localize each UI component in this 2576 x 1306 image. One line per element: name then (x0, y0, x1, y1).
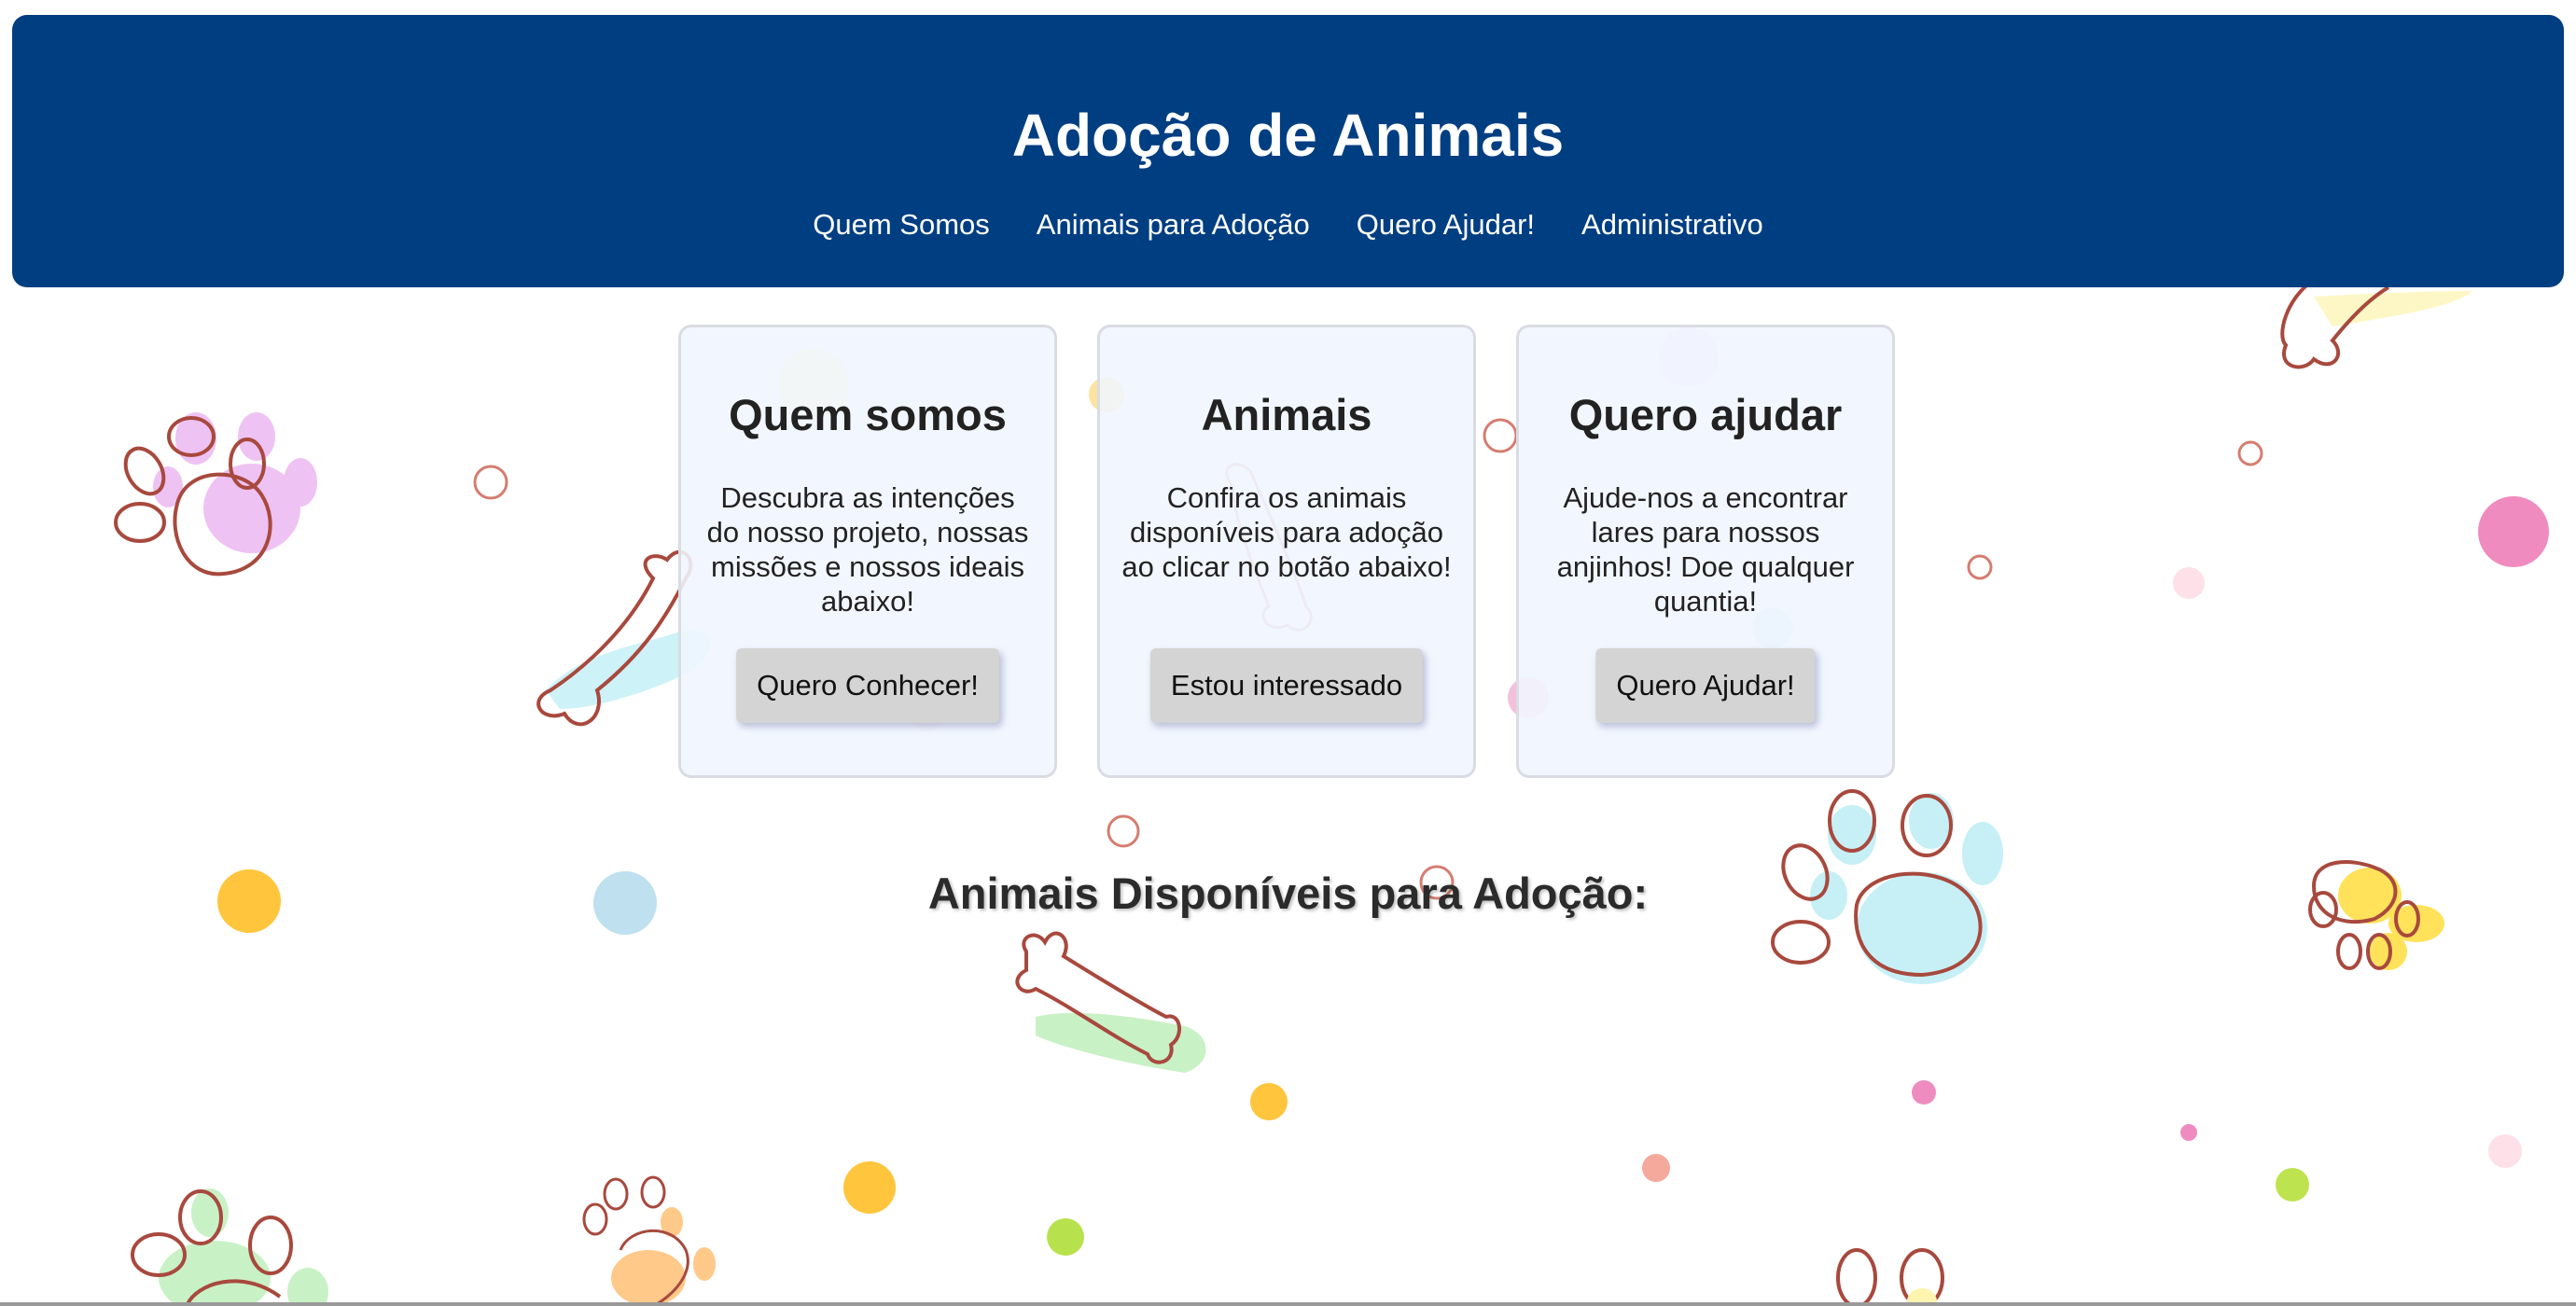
page: Adoção de Animais Quem Somos Animais par… (0, 0, 2576, 1306)
nav-link-animais-para-adocao[interactable]: Animais para Adoção (1037, 201, 1310, 248)
paw-print-decoration (114, 412, 317, 577)
nav-link-administrativo[interactable]: Administrativo (1581, 201, 1763, 248)
paw-print-decoration (582, 1175, 716, 1306)
card-description: Descubra as intenções do nosso projeto, … (706, 481, 1029, 618)
paw-print-decoration (1836, 1248, 1944, 1306)
estou-interessado-button[interactable]: Estou interessado (1149, 648, 1424, 723)
nav-link-quero-ajudar[interactable]: Quero Ajudar! (1357, 201, 1535, 248)
bone-decoration (1015, 931, 1206, 1073)
available-animals-heading: Animais Disponíveis para Adoção: (927, 868, 1649, 918)
page-title: Adoção de Animais (1011, 102, 1565, 169)
card-title: Quero ajudar (1568, 390, 1843, 439)
bone-decoration (2280, 278, 2472, 369)
card-description: Confira os animais disponíveis para adoç… (1121, 481, 1452, 583)
feature-cards: Quem somos Descubra as intenções do noss… (678, 325, 1895, 778)
divider (0, 1302, 2576, 1306)
paw-print-decoration (131, 1188, 328, 1306)
quero-ajudar-button[interactable]: Quero Ajudar! (1595, 648, 1816, 723)
card-animais: Animais Confira os animais disponíveis p… (1097, 325, 1476, 778)
nav-link-quem-somos[interactable]: Quem Somos (813, 201, 990, 248)
card-title: Quem somos (729, 390, 1007, 439)
card-description: Ajude-nos a encontrar lares para nossos … (1556, 481, 1855, 618)
card-quem-somos: Quem somos Descubra as intenções do noss… (678, 325, 1057, 778)
card-quero-ajudar: Quero ajudar Ajude-nos a encontrar lares… (1516, 325, 1895, 778)
main-nav: Quem Somos Animais para Adoção Quero Aju… (12, 201, 2564, 248)
site-header: Adoção de Animais Quem Somos Animais par… (12, 15, 2564, 287)
quero-conhecer-button[interactable]: Quero Conhecer! (736, 648, 999, 723)
card-title: Animais (1201, 390, 1372, 439)
